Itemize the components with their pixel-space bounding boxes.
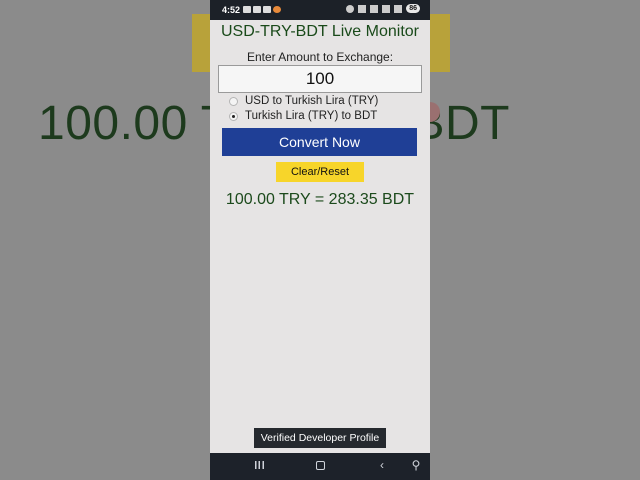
phone-screen: 4:52 86 USD-TRY-BDT Live Monitor Enter A… [210,0,430,480]
back-button[interactable]: ‹ [372,458,392,472]
radio-usd-to-try[interactable]: USD to Turkish Lira (TRY) [229,95,378,107]
developer-profile-button[interactable]: Verified Developer Profile [254,428,386,448]
status-bar: 4:52 86 [210,0,430,20]
amount-input[interactable] [218,65,422,93]
conversion-result: 100.00 TRY = 283.35 BDT [225,191,415,208]
radio-button-checked[interactable] [229,111,238,121]
accessibility-icon: ⚲ [411,458,421,472]
mute-icon [370,4,379,13]
convert-button[interactable]: Convert Now [222,128,417,156]
dnd-icon [346,4,355,13]
wifi-icon [382,4,391,13]
clear-reset-button[interactable]: Clear/Reset [276,162,364,182]
youtube-icon [263,6,271,13]
recent-apps-button[interactable] [249,458,269,472]
recent-apps-icon [254,461,264,469]
accessibility-button[interactable]: ⚲ [406,458,426,472]
app-notification-icon [273,6,281,13]
youtube-icon [253,6,261,13]
home-button[interactable] [310,458,330,473]
amount-label: Enter Amount to Exchange: [246,50,394,64]
radio-button[interactable] [229,96,238,106]
navigation-bar: ‹ ⚲ [210,453,430,480]
signal-icon [394,4,403,13]
notification-icons [243,6,281,13]
radio-try-to-bdt[interactable]: Turkish Lira (TRY) to BDT [229,110,377,122]
nfc-icon [358,4,367,13]
battery-icon: 86 [406,4,420,13]
notification-icon [243,6,251,13]
radio-label: Turkish Lira (TRY) to BDT [245,110,378,122]
status-right-icons: 86 [346,4,420,13]
radio-label: USD to Turkish Lira (TRY) [245,95,379,107]
home-icon [315,461,325,470]
back-icon: ‹ [380,458,384,472]
status-time: 4:52 [222,5,241,15]
app-title: USD-TRY-BDT Live Monitor [221,23,419,40]
